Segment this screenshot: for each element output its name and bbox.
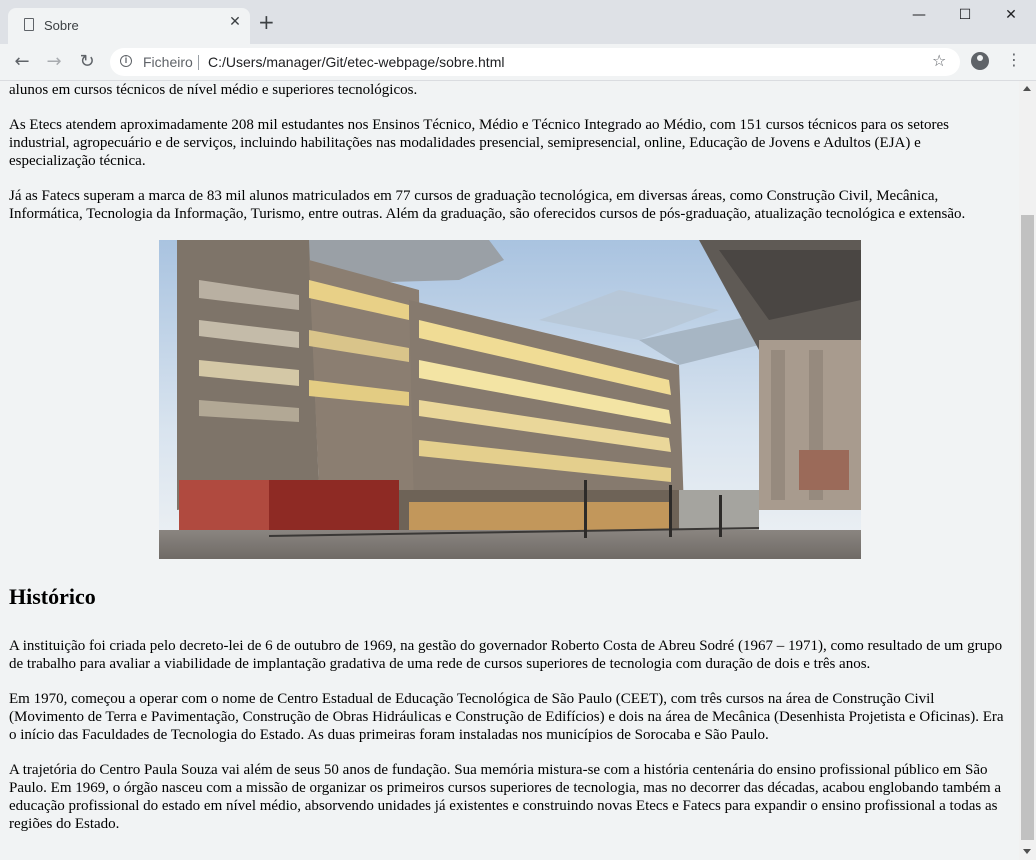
document-icon <box>24 18 34 31</box>
tab-title: Sobre <box>44 18 79 33</box>
tab-close-icon[interactable]: ✕ <box>225 14 245 30</box>
menu-icon[interactable]: ⋮ <box>1004 50 1024 69</box>
scheme-label: Ficheiro <box>143 54 193 70</box>
historico-heading: Histórico <box>9 584 96 609</box>
scroll-down-arrow-icon[interactable] <box>1023 849 1031 854</box>
close-window-button[interactable]: ✕ <box>988 0 1034 32</box>
back-arrow-icon[interactable]: ← <box>10 50 34 74</box>
scrollbar-thumb[interactable] <box>1021 215 1034 840</box>
browser-toolbar: ← → ↻ i Ficheiro C:/Users/manager/Git/et… <box>0 44 1036 81</box>
historico-paragraph-1: A instituição foi criada pelo decreto-le… <box>9 638 1003 672</box>
etecs-paragraph: As Etecs atendem aproximadamente 208 mil… <box>9 117 950 169</box>
url-text[interactable]: C:/Users/manager/Git/etec-webpage/sobre.… <box>208 54 504 70</box>
reload-icon[interactable]: ↻ <box>75 50 99 74</box>
forward-arrow-icon[interactable]: → <box>42 50 66 74</box>
minimize-button[interactable]: — <box>896 0 942 32</box>
title-bar: Sobre ✕ + — ☐ ✕ <box>0 0 1036 44</box>
new-tab-button[interactable]: + <box>258 12 275 32</box>
vertical-scrollbar[interactable] <box>1019 81 1036 860</box>
building-photo <box>159 240 861 559</box>
maximize-button[interactable]: ☐ <box>942 0 988 32</box>
intro-paragraph: aproximadamente 300 municípios, a instit… <box>9 82 418 98</box>
bookmark-star-icon[interactable]: ☆ <box>932 51 946 70</box>
fatecs-paragraph: Já as Fatecs superam a marca de 83 mil a… <box>9 188 966 222</box>
scroll-up-arrow-icon[interactable] <box>1023 86 1031 91</box>
address-bar[interactable]: i Ficheiro C:/Users/manager/Git/etec-web… <box>110 48 960 76</box>
info-icon[interactable]: i <box>120 55 132 67</box>
profile-icon[interactable] <box>971 52 989 70</box>
historico-paragraph-2: Em 1970, começou a operar com o nome de … <box>9 691 1004 743</box>
tab-sobre[interactable]: Sobre ✕ <box>8 8 250 44</box>
page-content: aproximadamente 300 municípios, a instit… <box>9 81 1009 850</box>
address-separator <box>198 55 199 70</box>
historico-paragraph-3: A trajetória do Centro Paula Souza vai a… <box>9 762 1002 832</box>
page-viewport: aproximadamente 300 municípios, a instit… <box>0 81 1019 860</box>
